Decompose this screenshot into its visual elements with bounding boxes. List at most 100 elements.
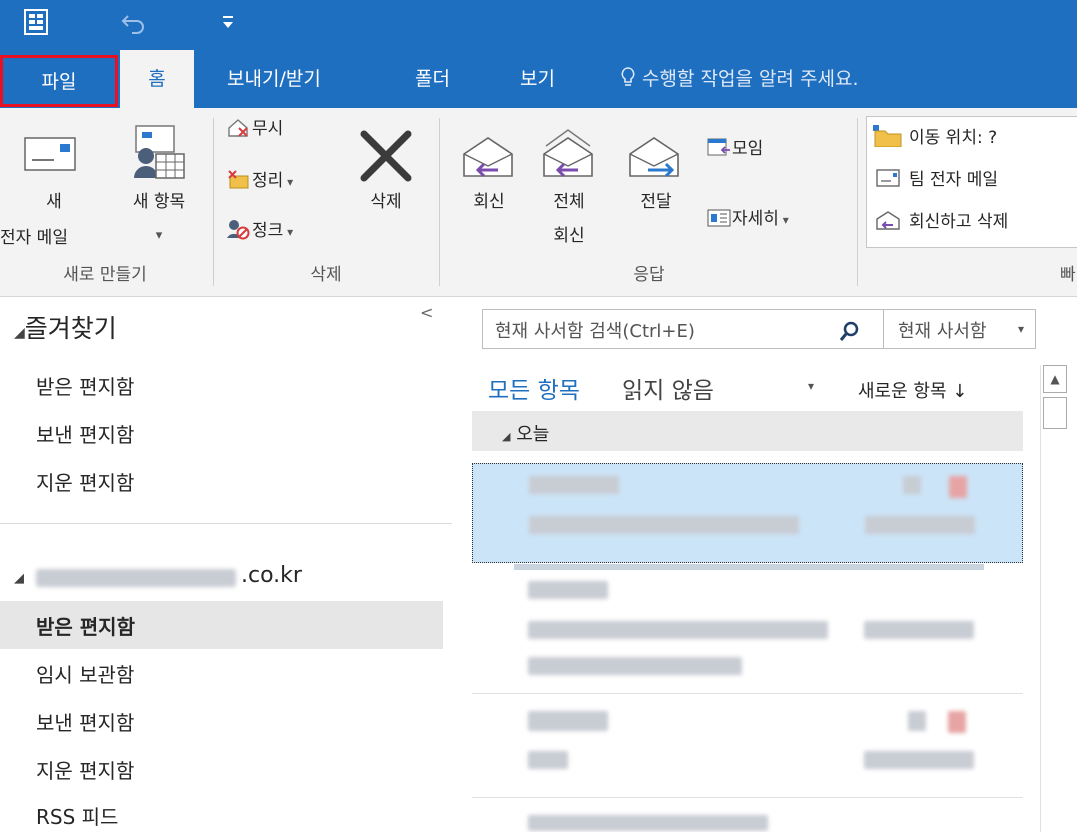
quick-steps-gallery: 이동 위치: ? 팀 전자 메일 회신하고 삭제 xyxy=(866,116,1077,248)
group-header-today[interactable]: ◢ 오늘 xyxy=(472,411,1023,451)
account-inbox[interactable]: 받은 편지함 xyxy=(36,611,135,640)
reply-delete-label: 회신하고 삭제 xyxy=(909,212,1009,232)
group-divider xyxy=(439,118,440,286)
tell-me-text: 수행할 작업을 알려 주세요. xyxy=(642,68,859,90)
sender-redacted xyxy=(528,581,608,599)
account-email-redacted xyxy=(36,569,236,587)
reply-all-icon xyxy=(543,129,593,178)
favorite-sent[interactable]: 보낸 편지함 xyxy=(36,419,134,448)
title-bar xyxy=(0,0,1077,50)
message-item-selected[interactable] xyxy=(472,463,1023,563)
account-header[interactable]: ◢ .co.kr xyxy=(14,563,302,593)
account-drafts[interactable]: 임시 보관함 xyxy=(36,659,134,688)
quick-steps-group-label: 빠 xyxy=(1060,265,1076,285)
group-divider xyxy=(857,118,858,286)
reply-all-label-2: 회신 xyxy=(553,226,585,246)
tab-file[interactable]: 파일 xyxy=(0,55,118,107)
forward-icon xyxy=(629,137,679,178)
cleanup-icon xyxy=(228,170,249,189)
account-deleted[interactable]: 지운 편지함 xyxy=(36,755,134,784)
reply-button[interactable]: 회신 xyxy=(452,114,526,254)
more-respond-label: 자세히 xyxy=(732,209,779,229)
filter-unread[interactable]: 읽지 않음 xyxy=(622,371,714,405)
forward-button[interactable]: 전달 xyxy=(618,114,694,254)
more-respond-button[interactable]: 자세히 ▾ xyxy=(706,206,789,233)
new-email-label-1: 새 xyxy=(46,192,62,212)
reply-all-button[interactable]: 전체 회신 xyxy=(530,114,608,254)
sender-redacted xyxy=(529,476,619,494)
search-box[interactable]: 현재 사서함 검색(Ctrl+E) xyxy=(482,309,884,349)
quick-step-reply-delete[interactable]: 회신하고 삭제 xyxy=(871,209,1008,235)
delete-label: 삭제 xyxy=(370,192,402,212)
group-header-today-label: 오늘 xyxy=(516,424,550,445)
scrollbar[interactable]: ▲ xyxy=(1040,365,1071,832)
scroll-thumb[interactable] xyxy=(1043,397,1067,429)
tell-me-box[interactable]: 수행할 작업을 알려 주세요. xyxy=(620,50,859,108)
meeting-icon xyxy=(707,138,730,156)
outlook-app-icon[interactable] xyxy=(24,8,50,38)
new-email-button[interactable]: 새 전자 메일 xyxy=(0,114,108,254)
undo-icon[interactable] xyxy=(120,10,148,36)
tab-view[interactable]: 보기 xyxy=(520,50,555,108)
message-item[interactable] xyxy=(472,573,1023,694)
filter-all[interactable]: 모든 항목 xyxy=(488,371,580,405)
subject-redacted xyxy=(528,621,828,639)
team-email-icon xyxy=(876,169,900,187)
chevron-down-icon: ▾ xyxy=(1018,322,1025,336)
quick-step-move-to[interactable]: 이동 위치: ? xyxy=(871,125,997,151)
reply-delete-icon xyxy=(876,211,900,230)
reply-all-label-1: 전체 xyxy=(553,192,585,212)
message-item[interactable] xyxy=(472,801,1023,832)
delete-x-icon xyxy=(360,130,412,182)
lightbulb-icon xyxy=(621,67,635,86)
ribbon-home: 새 전자 메일 새 항목 ▾ 새로 만들기 무시 정리 ▾ 정크 ▾ 삭제 삭제… xyxy=(0,108,1077,297)
tab-home[interactable]: 홈 xyxy=(120,50,194,108)
ignore-label: 무시 xyxy=(252,119,284,139)
sender-redacted xyxy=(528,711,608,731)
account-sent[interactable]: 보낸 편지함 xyxy=(36,707,134,736)
junk-label: 정크 xyxy=(252,221,284,241)
time-redacted xyxy=(864,751,974,769)
quick-step-team-email[interactable]: 팀 전자 메일 xyxy=(871,167,998,193)
move-to-label: 이동 위치: ? xyxy=(909,128,998,148)
icon-redacted xyxy=(903,476,921,494)
ribbon-tab-bar: 파일 홈 보내기/받기 폴더 보기 수행할 작업을 알려 주세요. xyxy=(0,50,1077,108)
quick-access-dropdown-icon[interactable] xyxy=(222,14,234,32)
junk-button[interactable]: 정크 ▾ xyxy=(226,218,293,245)
message-item[interactable] xyxy=(472,697,1023,798)
meeting-button[interactable]: 모임 xyxy=(706,136,763,162)
tab-folder[interactable]: 폴더 xyxy=(415,50,450,108)
new-email-label-2: 전자 메일 xyxy=(0,228,68,248)
favorites-header-label: 즐겨찾기 xyxy=(24,314,117,343)
forward-label: 전달 xyxy=(640,192,672,212)
subject-redacted xyxy=(529,516,799,534)
new-items-icon xyxy=(134,125,185,179)
message-list: 현재 사서함 검색(Ctrl+E) 현재 사서함 ▾ 모든 항목 읽지 않음 ▾… xyxy=(452,297,1077,832)
sort-by-date[interactable]: 새로운 항목 ↓ xyxy=(858,377,967,403)
account-rss[interactable]: RSS 피드 xyxy=(36,801,118,830)
ignore-button[interactable]: 무시 xyxy=(226,116,283,142)
search-scope-label: 현재 사서함 xyxy=(898,321,987,342)
tab-send-receive[interactable]: 보내기/받기 xyxy=(227,50,321,108)
filter-dropdown-icon[interactable]: ▾ xyxy=(808,379,814,393)
favorite-inbox[interactable]: 받은 편지함 xyxy=(36,371,134,400)
collapse-triangle-icon: ◢ xyxy=(14,571,24,586)
new-items-button[interactable]: 새 항목 ▾ xyxy=(112,114,202,254)
collapse-pane-icon[interactable]: < xyxy=(420,303,433,322)
new-group-label: 새로 만들기 xyxy=(63,265,147,285)
account-domain: .co.kr xyxy=(241,563,302,588)
search-placeholder: 현재 사서함 검색(Ctrl+E) xyxy=(495,321,695,342)
delete-group-label: 삭제 xyxy=(310,265,342,285)
search-icon[interactable] xyxy=(839,320,861,342)
reply-icon xyxy=(463,137,513,178)
more-respond-icon xyxy=(707,209,731,227)
new-email-icon xyxy=(24,137,76,171)
team-email-label: 팀 전자 메일 xyxy=(909,170,999,190)
favorite-deleted[interactable]: 지운 편지함 xyxy=(36,467,134,496)
delete-button[interactable]: 삭제 xyxy=(346,114,426,254)
search-scope-dropdown[interactable]: 현재 사서함 ▾ xyxy=(884,309,1036,349)
favorites-header[interactable]: ◢즐겨찾기 xyxy=(14,309,117,345)
reply-label: 회신 xyxy=(473,192,505,212)
cleanup-button[interactable]: 정리 ▾ xyxy=(226,168,293,195)
scroll-up-arrow-icon[interactable]: ▲ xyxy=(1043,365,1067,393)
